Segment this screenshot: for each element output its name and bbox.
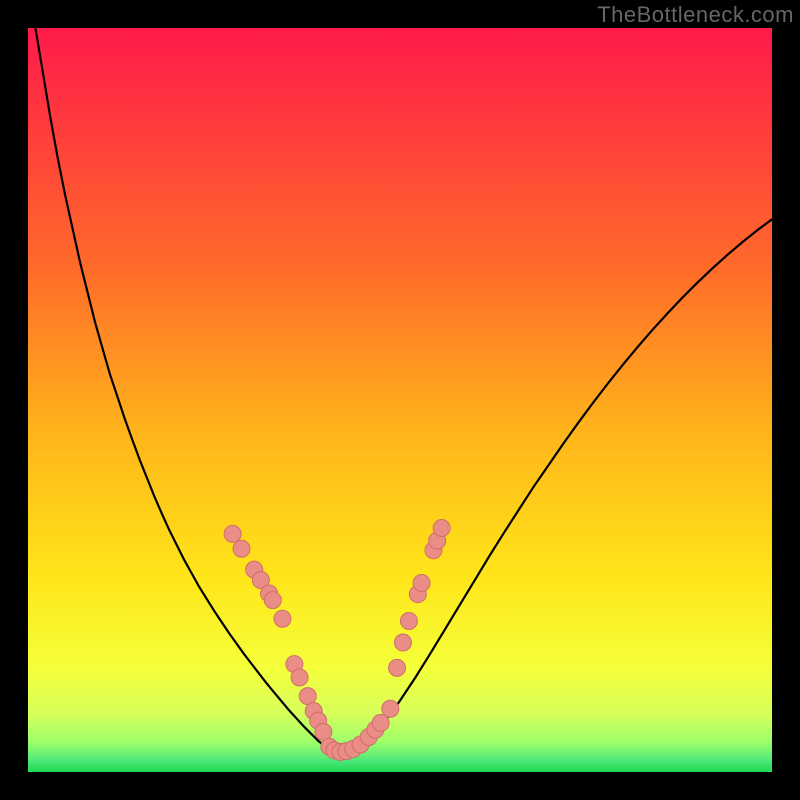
data-marker — [389, 659, 406, 676]
marker-group — [224, 519, 450, 760]
data-marker — [433, 519, 450, 536]
data-marker — [291, 669, 308, 686]
chart-svg — [28, 28, 772, 772]
data-marker — [413, 575, 430, 592]
data-marker — [394, 634, 411, 651]
watermark-text: TheBottleneck.com — [597, 2, 794, 28]
data-marker — [233, 540, 250, 557]
plot-area — [28, 28, 772, 772]
data-marker — [264, 592, 281, 609]
data-marker — [400, 612, 417, 629]
chart-frame: TheBottleneck.com — [0, 0, 800, 800]
data-marker — [382, 700, 399, 717]
data-marker — [274, 610, 291, 627]
data-marker — [224, 525, 241, 542]
